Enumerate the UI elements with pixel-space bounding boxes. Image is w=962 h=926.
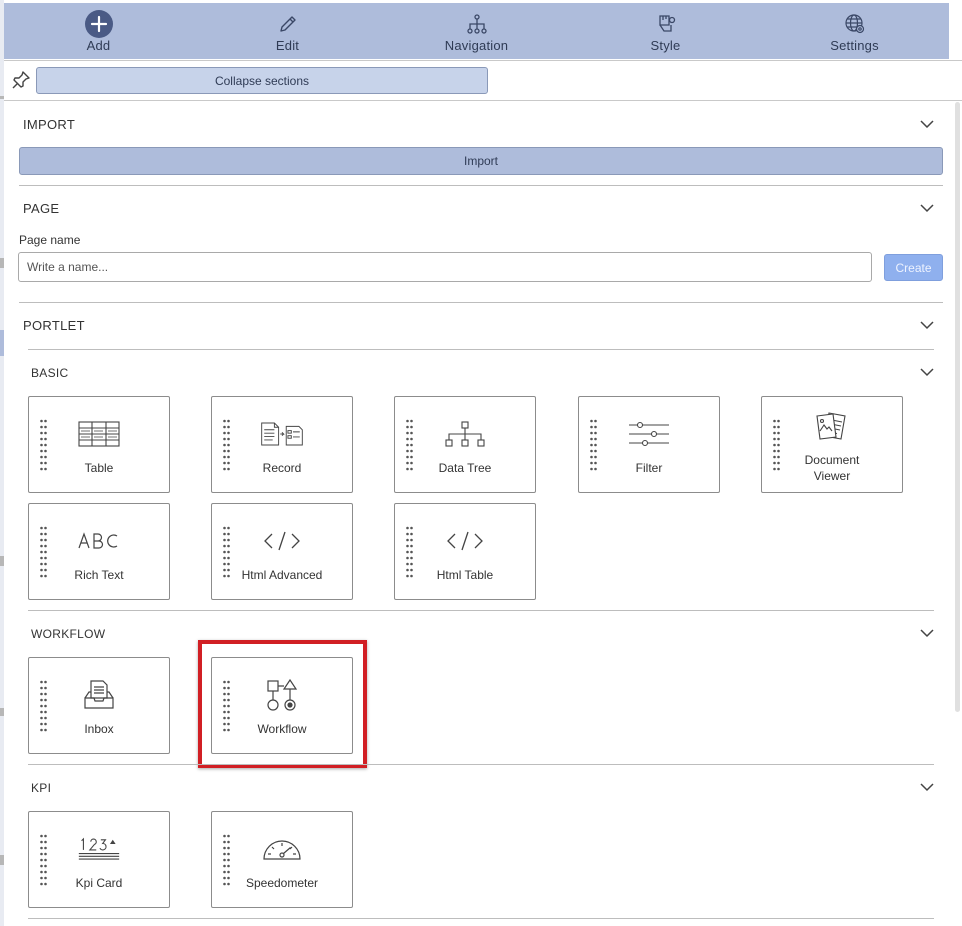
toolbar-add-button[interactable]: Add bbox=[4, 3, 193, 59]
chevron-down-icon[interactable] bbox=[919, 203, 935, 213]
toolbar-edit-button[interactable]: Edit bbox=[193, 3, 382, 59]
edge-mark bbox=[0, 708, 4, 716]
import-section-title: IMPORT bbox=[23, 117, 76, 132]
data-tree-icon bbox=[443, 417, 487, 451]
page-section-title: PAGE bbox=[23, 201, 60, 216]
edge-mark bbox=[0, 330, 4, 356]
workflow-group-title: WORKFLOW bbox=[31, 627, 106, 641]
card-label: Html Table bbox=[436, 568, 494, 582]
portlet-card-html-table[interactable]: Html Table bbox=[394, 503, 536, 600]
card-label: Document Viewer bbox=[762, 452, 902, 484]
scrollbar[interactable] bbox=[955, 102, 960, 712]
speedometer-icon bbox=[260, 832, 304, 866]
card-label: Rich Text bbox=[74, 568, 124, 582]
toolbar-style-button[interactable]: Style bbox=[571, 3, 760, 59]
portlet-card-html-advanced[interactable]: Html Advanced bbox=[211, 503, 353, 600]
chevron-down-icon[interactable] bbox=[919, 782, 935, 792]
card-label-text: Document Viewer bbox=[804, 453, 860, 483]
card-label: Html Advanced bbox=[241, 568, 323, 582]
toolbar-navigation-label: Navigation bbox=[444, 38, 509, 53]
pin-icon[interactable] bbox=[10, 69, 32, 91]
page-name-input[interactable] bbox=[18, 252, 872, 282]
top-toolbar: Add Edit Navigation Style Settings bbox=[4, 3, 949, 59]
portlet-card-speedometer[interactable]: Speedometer bbox=[211, 811, 353, 908]
pin-row: Collapse sections bbox=[4, 60, 962, 101]
toolbar-settings-label: Settings bbox=[830, 38, 879, 53]
portlet-card-table[interactable]: Table bbox=[28, 396, 170, 493]
card-label: Filter bbox=[635, 461, 663, 475]
card-label: Inbox bbox=[84, 722, 114, 736]
card-label: Data Tree bbox=[438, 461, 492, 475]
document-viewer-icon bbox=[810, 409, 854, 443]
create-button[interactable]: Create bbox=[884, 254, 943, 281]
table-icon bbox=[77, 417, 121, 451]
divider bbox=[19, 302, 943, 303]
chevron-down-icon[interactable] bbox=[919, 628, 935, 638]
filter-sliders-icon bbox=[627, 417, 671, 451]
portlet-card-kpi-card[interactable]: Kpi Card bbox=[28, 811, 170, 908]
code-icon bbox=[443, 524, 487, 558]
portlet-card-document-viewer[interactable]: Document Viewer bbox=[761, 396, 903, 493]
card-label: Record bbox=[262, 461, 302, 475]
divider bbox=[28, 610, 934, 611]
toolbar-navigation-button[interactable]: Navigation bbox=[382, 3, 571, 59]
card-label: Workflow bbox=[257, 722, 307, 736]
toolbar-add-label: Add bbox=[86, 38, 111, 53]
edge-mark bbox=[0, 855, 4, 865]
plus-circle-icon bbox=[84, 10, 113, 38]
portlet-card-record[interactable]: Record bbox=[211, 396, 353, 493]
kpi-card-icon bbox=[77, 832, 121, 866]
card-label: Table bbox=[84, 461, 114, 475]
portlet-card-rich-text[interactable]: Rich Text bbox=[28, 503, 170, 600]
inbox-icon bbox=[77, 678, 121, 712]
workflow-icon bbox=[260, 678, 304, 712]
page-name-label: Page name bbox=[19, 233, 81, 247]
portlet-card-workflow[interactable]: Workflow bbox=[211, 657, 353, 754]
chevron-down-icon[interactable] bbox=[919, 119, 935, 129]
portlet-card-inbox[interactable]: Inbox bbox=[28, 657, 170, 754]
code-icon bbox=[260, 524, 304, 558]
chevron-down-icon[interactable] bbox=[919, 320, 935, 330]
toolbar-edit-label: Edit bbox=[275, 38, 300, 53]
edge-mark bbox=[0, 556, 4, 566]
sitemap-icon bbox=[463, 10, 491, 38]
toolbar-settings-button[interactable]: Settings bbox=[760, 3, 949, 59]
paint-bucket-icon bbox=[652, 10, 680, 38]
record-icon bbox=[260, 417, 304, 451]
edge-mark bbox=[0, 258, 4, 268]
divider bbox=[19, 185, 943, 186]
divider bbox=[28, 764, 934, 765]
divider bbox=[28, 918, 934, 919]
chevron-down-icon[interactable] bbox=[919, 367, 935, 377]
globe-gear-icon bbox=[841, 10, 869, 38]
rich-text-abc-icon bbox=[77, 524, 121, 558]
divider bbox=[28, 349, 934, 350]
portlet-card-filter[interactable]: Filter bbox=[578, 396, 720, 493]
basic-group-title: BASIC bbox=[31, 366, 69, 380]
pencil-icon bbox=[274, 10, 302, 38]
portlet-section-title: PORTLET bbox=[23, 318, 85, 333]
toolbar-style-label: Style bbox=[650, 38, 681, 53]
portlet-card-data-tree[interactable]: Data Tree bbox=[394, 396, 536, 493]
import-button[interactable]: Import bbox=[19, 147, 943, 175]
card-label: Kpi Card bbox=[75, 876, 123, 890]
left-edge-strip bbox=[0, 0, 4, 926]
collapse-sections-button[interactable]: Collapse sections bbox=[36, 67, 488, 94]
kpi-group-title: KPI bbox=[31, 781, 52, 795]
card-label: Speedometer bbox=[245, 876, 319, 890]
